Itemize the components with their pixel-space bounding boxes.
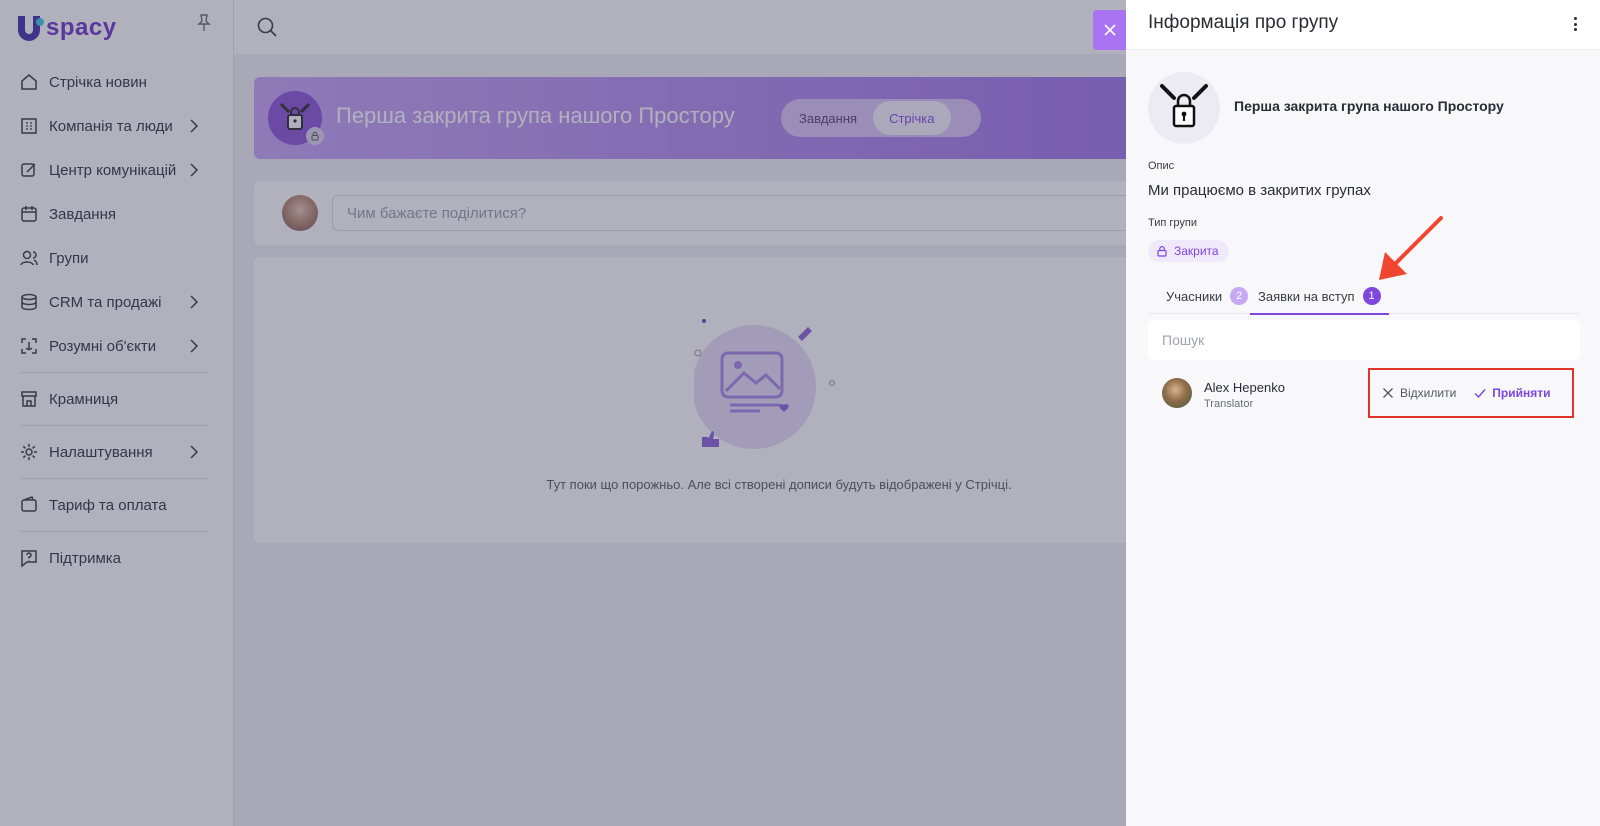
annotation-arrow-icon bbox=[1379, 216, 1443, 280]
check-icon bbox=[1474, 389, 1486, 399]
accept-label: Прийняти bbox=[1492, 386, 1551, 400]
reject-label: Відхилити bbox=[1400, 386, 1457, 400]
avatar[interactable] bbox=[1162, 378, 1192, 408]
members-count-badge: 2 bbox=[1230, 287, 1249, 305]
requests-count-badge: 1 bbox=[1362, 287, 1381, 305]
close-icon bbox=[1383, 388, 1393, 398]
tab-join-requests[interactable]: Заявки на вступ 1 bbox=[1250, 278, 1389, 315]
tab-members[interactable]: Учасники 2 bbox=[1166, 278, 1249, 314]
tab-label: Заявки на вступ bbox=[1258, 288, 1355, 304]
panel-tabs: Учасники 2 Заявки на вступ 1 bbox=[1148, 278, 1580, 315]
group-type-value: Закрита bbox=[1174, 244, 1219, 258]
panel-header: Інформація про групу bbox=[1126, 0, 1600, 50]
lock-icon bbox=[1157, 246, 1167, 257]
group-description: Ми працюємо в закритих групах bbox=[1148, 182, 1371, 199]
accept-button[interactable]: Прийняти bbox=[1474, 382, 1551, 404]
reject-button[interactable]: Відхилити bbox=[1382, 382, 1456, 404]
group-type-badge: Закрита bbox=[1148, 240, 1229, 262]
close-panel-button[interactable] bbox=[1093, 10, 1127, 50]
requester-name[interactable]: Alex Hepenko bbox=[1204, 380, 1285, 395]
more-options-icon[interactable] bbox=[1570, 14, 1580, 34]
tab-label: Учасники bbox=[1166, 288, 1223, 304]
list-item: Alex Hepenko Translator Відхилити Прийня… bbox=[1148, 368, 1580, 422]
group-info-panel: Інформація про групу Перша закрита група… bbox=[1126, 0, 1600, 826]
modal-overlay[interactable] bbox=[0, 0, 1126, 826]
group-name: Перша закрита група нашого Простору bbox=[1234, 98, 1504, 114]
description-label: Опис bbox=[1148, 160, 1175, 172]
group-avatar bbox=[1148, 72, 1220, 144]
search-input[interactable]: Пошук bbox=[1148, 320, 1580, 360]
requester-role: Translator bbox=[1204, 398, 1254, 410]
close-icon bbox=[1104, 24, 1116, 36]
panel-title: Інформація про групу bbox=[1148, 12, 1339, 33]
group-type-label: Тип групи bbox=[1148, 217, 1198, 229]
request-actions-highlight: Відхилити Прийняти bbox=[1368, 368, 1574, 418]
chain-lock-icon bbox=[1160, 84, 1208, 128]
